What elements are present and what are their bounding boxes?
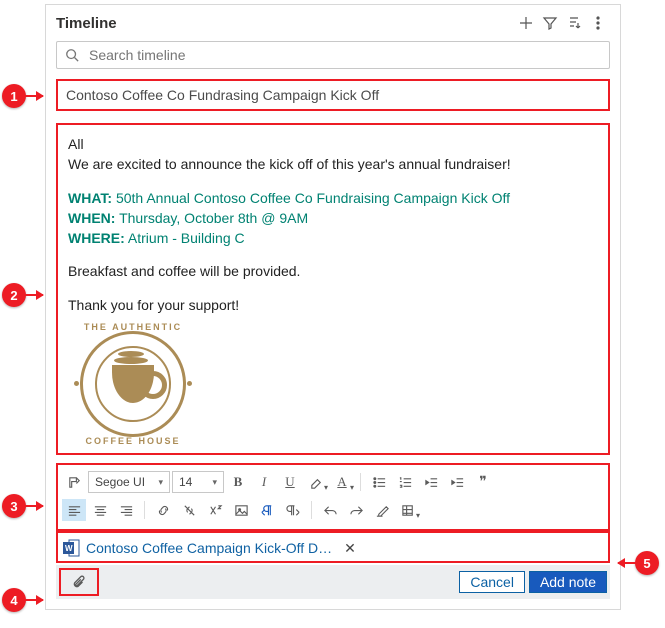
unlink-button[interactable] bbox=[177, 499, 201, 521]
callout-5: 5 bbox=[618, 551, 659, 575]
bold-button[interactable]: B bbox=[226, 471, 250, 493]
body-intro: We are excited to announce the kick off … bbox=[68, 155, 598, 174]
bullet-list-button[interactable] bbox=[367, 471, 391, 493]
number-list-button[interactable] bbox=[393, 471, 417, 493]
timeline-header: Timeline bbox=[46, 5, 620, 41]
search-icon bbox=[65, 48, 79, 62]
when-value: Thursday, October 8th @ 9AM bbox=[119, 210, 308, 226]
note-title-text: Contoso Coffee Co Fundrasing Campaign Ki… bbox=[66, 87, 379, 103]
callout-4: 4 bbox=[2, 588, 43, 612]
body-thanks: Thank you for your support! bbox=[68, 296, 598, 315]
filter-icon[interactable] bbox=[538, 11, 562, 35]
attachment-remove-icon[interactable]: ✕ bbox=[344, 540, 356, 557]
add-icon[interactable] bbox=[514, 11, 538, 35]
note-footer: Cancel Add note bbox=[56, 565, 610, 599]
cancel-button[interactable]: Cancel bbox=[459, 571, 525, 593]
paperclip-icon bbox=[72, 575, 86, 589]
undo-button[interactable] bbox=[318, 499, 342, 521]
align-left-button[interactable] bbox=[62, 499, 86, 521]
superscript-button[interactable] bbox=[203, 499, 227, 521]
ltr-button[interactable] bbox=[255, 499, 279, 521]
format-painter-icon[interactable] bbox=[62, 471, 86, 493]
font-family-select[interactable]: Segoe UI▾ bbox=[88, 471, 170, 493]
what-label: WHAT: bbox=[68, 190, 112, 206]
body-food: Breakfast and coffee will be provided. bbox=[68, 262, 598, 281]
attachment-row: W Contoso Coffee Campaign Kick-Off D… ✕ bbox=[56, 531, 610, 563]
when-label: WHEN: bbox=[68, 210, 115, 226]
more-icon[interactable] bbox=[586, 11, 610, 35]
timeline-panel: Timeline Contoso Coffee Co Fundrasing Ca… bbox=[45, 4, 621, 610]
blockquote-button[interactable]: ❞ bbox=[471, 471, 495, 493]
callout-2: 2 bbox=[2, 283, 43, 307]
search-input[interactable] bbox=[87, 46, 601, 64]
sort-icon[interactable] bbox=[562, 11, 586, 35]
italic-button[interactable]: I bbox=[252, 471, 276, 493]
search-box[interactable] bbox=[56, 41, 610, 69]
highlight-color-button[interactable] bbox=[304, 471, 328, 493]
inline-image-logo: THE AUTHENTIC COFFEE HOUSE bbox=[68, 319, 598, 449]
add-note-button[interactable]: Add note bbox=[529, 571, 607, 593]
where-value: Atrium - Building C bbox=[128, 230, 245, 246]
callout-3: 3 bbox=[2, 494, 43, 518]
underline-button[interactable]: U bbox=[278, 471, 302, 493]
align-right-button[interactable] bbox=[114, 499, 138, 521]
attach-file-button[interactable] bbox=[59, 568, 99, 596]
what-value: 50th Annual Contoso Coffee Co Fundraisin… bbox=[116, 190, 510, 206]
svg-text:W: W bbox=[65, 544, 73, 553]
search-wrap bbox=[46, 41, 620, 75]
note-title-input[interactable]: Contoso Coffee Co Fundrasing Campaign Ki… bbox=[56, 79, 610, 111]
indent-button[interactable] bbox=[445, 471, 469, 493]
image-button[interactable] bbox=[229, 499, 253, 521]
clear-format-button[interactable] bbox=[370, 499, 394, 521]
align-center-button[interactable] bbox=[88, 499, 112, 521]
timeline-title: Timeline bbox=[56, 15, 514, 32]
rtl-button[interactable] bbox=[281, 499, 305, 521]
where-label: WHERE: bbox=[68, 230, 125, 246]
font-size-select[interactable]: 14▾ bbox=[172, 471, 224, 493]
outdent-button[interactable] bbox=[419, 471, 443, 493]
body-greeting: All bbox=[68, 135, 598, 154]
table-button[interactable] bbox=[396, 499, 420, 521]
font-color-button[interactable]: A bbox=[330, 471, 354, 493]
note-body-editor[interactable]: All We are excited to announce the kick … bbox=[56, 123, 610, 455]
rich-text-toolbar: Segoe UI▾ 14▾ B I U A ❞ bbox=[56, 463, 610, 531]
callout-1: 1 bbox=[2, 84, 43, 108]
attachment-name[interactable]: Contoso Coffee Campaign Kick-Off D… bbox=[86, 540, 332, 556]
word-doc-icon: W bbox=[62, 539, 80, 557]
link-button[interactable] bbox=[151, 499, 175, 521]
redo-button[interactable] bbox=[344, 499, 368, 521]
